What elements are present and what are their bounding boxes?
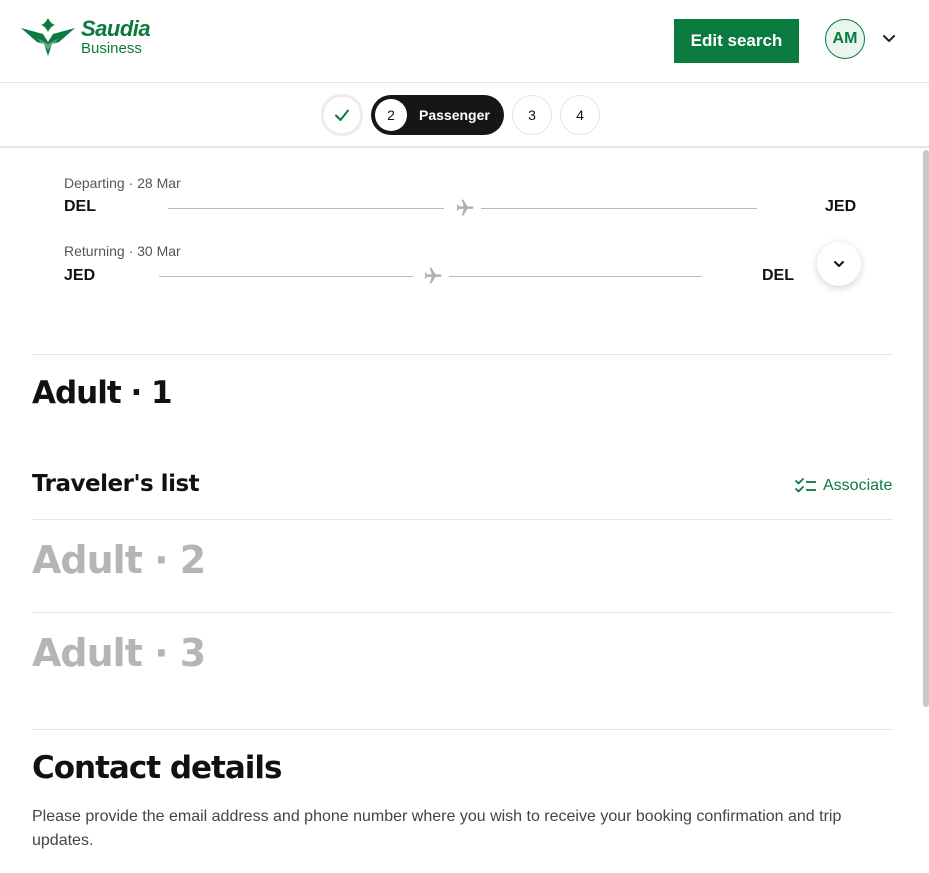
departing-label: Departing · 28 Mar xyxy=(64,175,181,191)
brand-subtitle: Business xyxy=(81,40,142,57)
route-line xyxy=(481,208,757,209)
divider xyxy=(32,519,893,520)
route-line xyxy=(449,276,702,277)
airplane-icon xyxy=(424,267,442,284)
step-1-completed[interactable] xyxy=(321,94,363,136)
adult-2-title[interactable]: Adult · 2 xyxy=(32,538,206,582)
saudia-logo[interactable]: Saudia Business xyxy=(19,16,151,58)
contact-details-description: Please provide the email address and pho… xyxy=(32,808,842,849)
departing-destination: JED xyxy=(825,198,857,215)
booking-stepper: 2 Passenger 3 4 xyxy=(0,84,929,148)
step-4[interactable]: 4 xyxy=(560,95,600,135)
divider xyxy=(32,729,893,730)
step-3[interactable]: 3 xyxy=(512,95,552,135)
divider xyxy=(32,354,893,355)
checklist-icon xyxy=(795,478,816,493)
departing-origin: DEL xyxy=(64,198,96,215)
chevron-down-icon[interactable] xyxy=(880,30,898,48)
associate-label: Associate xyxy=(823,477,893,494)
page-scrollbar[interactable] xyxy=(923,150,929,707)
route-line xyxy=(168,208,444,209)
travelers-list-title: Traveler's list xyxy=(32,471,200,497)
top-header: Saudia Business Edit search AM xyxy=(0,0,929,83)
expand-itinerary-button[interactable] xyxy=(817,242,861,286)
route-line xyxy=(159,276,413,277)
step-number: 2 xyxy=(375,99,407,131)
step-label: Passenger xyxy=(419,107,490,123)
contact-details-title: Contact details xyxy=(32,750,282,786)
divider xyxy=(32,612,893,613)
returning-origin: JED xyxy=(64,267,96,284)
check-icon xyxy=(335,109,349,121)
saudia-logo-icon xyxy=(21,18,75,56)
adult-3-title[interactable]: Adult · 3 xyxy=(32,631,206,675)
brand-name: Saudia xyxy=(81,16,151,41)
adult-1-title[interactable]: Adult · 1 xyxy=(32,375,173,411)
edit-search-button[interactable]: Edit search xyxy=(674,19,799,63)
avatar[interactable]: AM xyxy=(825,19,865,59)
step-2-passenger[interactable]: 2 Passenger xyxy=(371,95,504,135)
returning-destination: DEL xyxy=(762,267,794,284)
returning-label: Returning · 30 Mar xyxy=(64,243,181,259)
chevron-down-icon xyxy=(834,261,844,267)
associate-button[interactable]: Associate xyxy=(795,477,892,495)
airplane-icon xyxy=(456,199,474,216)
